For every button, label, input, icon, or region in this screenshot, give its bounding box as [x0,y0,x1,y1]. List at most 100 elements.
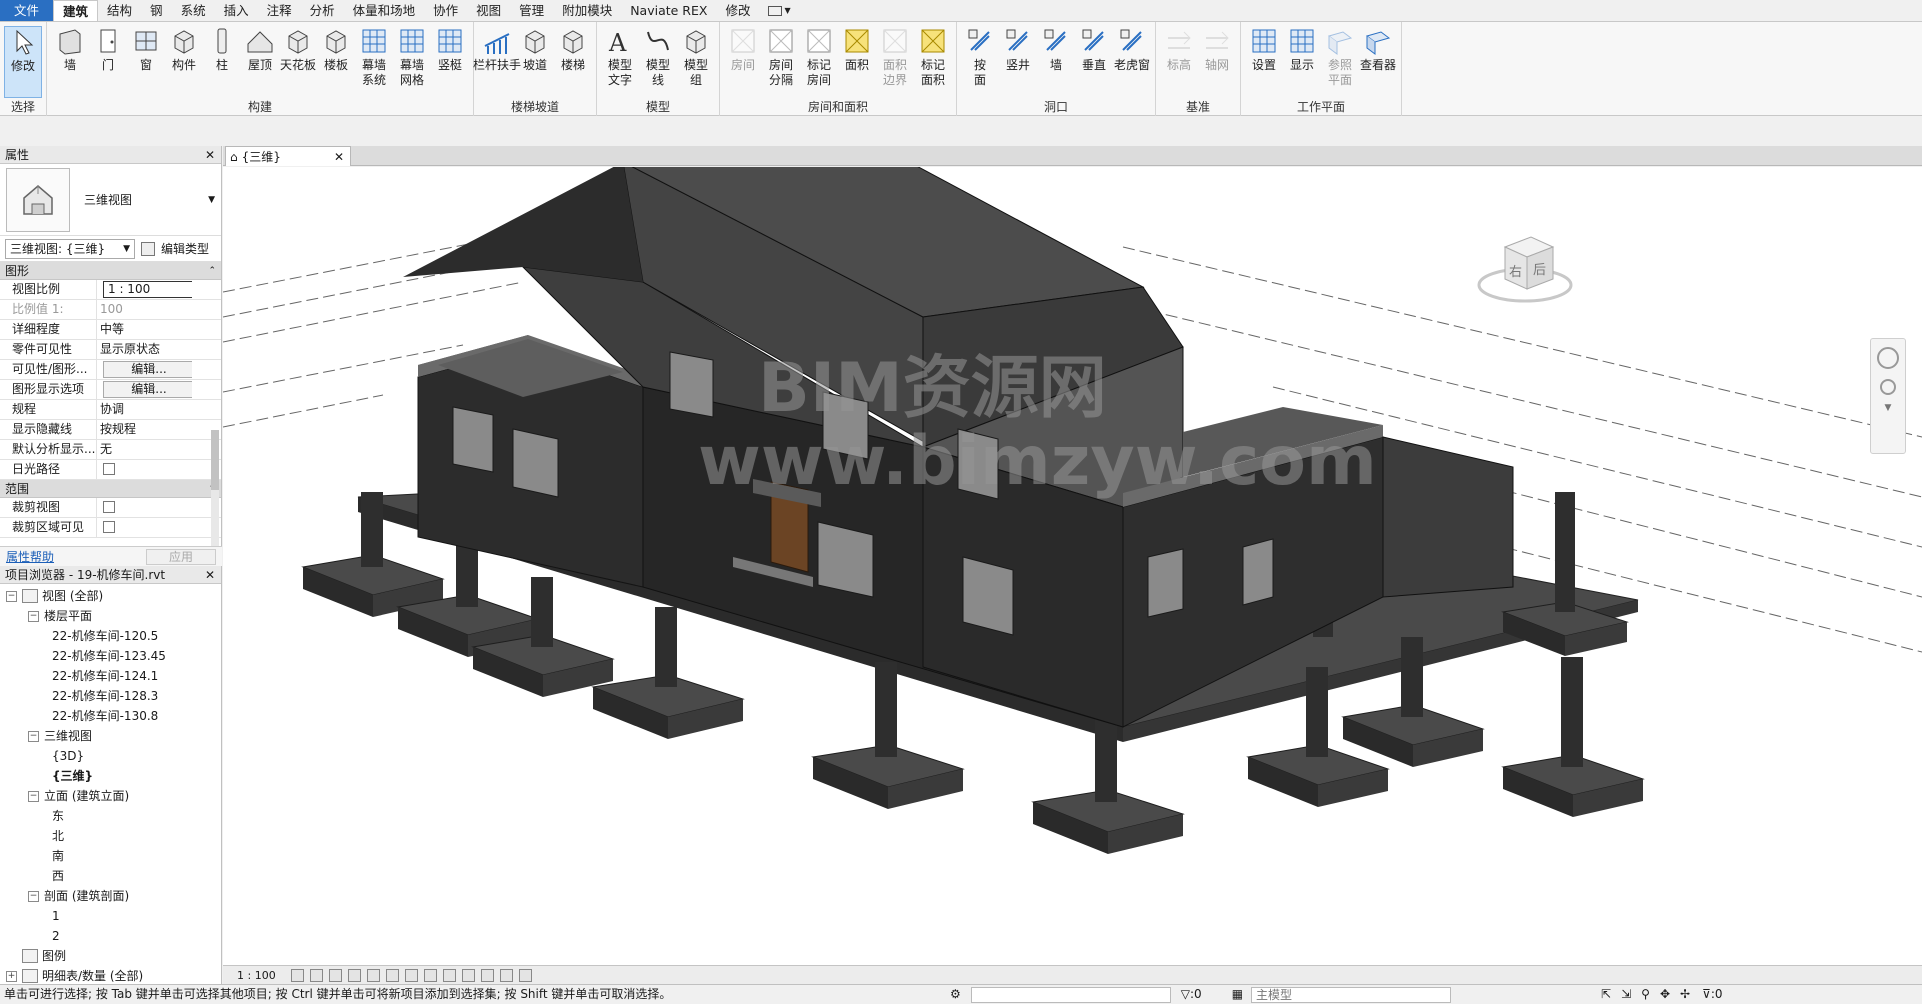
ribbon-tab-10[interactable]: 视图 [467,0,510,21]
property-value-cell[interactable]: 显示原状态 [97,340,192,359]
ribbon-tab-2[interactable]: 结构 [98,0,141,21]
reveal-hidden-icon[interactable] [462,968,475,982]
browser-item[interactable]: + 明细表/数量 (全部) [0,966,221,984]
collapse-icon[interactable]: − [28,610,39,622]
detail-level-icon[interactable] [291,968,304,982]
close-icon[interactable]: ✕ [205,566,215,583]
property-checkbox[interactable] [103,501,115,513]
worksets-icon[interactable]: ⚙ [950,985,961,1004]
ribbon-tab-3[interactable]: 钢 [141,0,172,21]
steeringwheel-icon[interactable] [1877,347,1899,369]
worksharing-icon[interactable] [481,968,494,982]
chevron-down-icon[interactable]: ▼ [1871,403,1905,413]
property-value-cell[interactable]: 中等 [97,320,192,339]
ribbon-tab-8[interactable]: 体量和场地 [344,0,425,21]
quick-access-toggle[interactable]: ▼ [759,0,799,21]
ribbon-tab-13[interactable]: Naviate REX [621,0,716,21]
edit-button[interactable]: 编辑... [103,381,192,398]
3d-viewport[interactable]: BIM资源网 www.bimzyw.com 右 后 [223,167,1922,965]
drag-elements-icon[interactable]: ✢ [1680,985,1690,1004]
temp-hide-icon[interactable] [443,968,456,982]
browser-item[interactable]: 22-机修车间-128.3 [0,686,221,706]
browser-item[interactable]: 22-机修车间-130.8 [0,706,221,726]
browser-item[interactable]: 2 [0,926,221,946]
zoom-icon[interactable] [1880,379,1896,395]
view-tab-3d[interactable]: ⌂ {三维} ✕ [225,146,351,166]
browser-item[interactable]: 22-机修车间-120.5 [0,626,221,646]
ribbon-tab-0[interactable]: 文件 [0,0,54,21]
select-by-face-icon[interactable]: ✥ [1660,985,1670,1004]
filter-icon[interactable]: ▽ [1181,985,1190,1004]
workset-select[interactable] [970,986,1171,1003]
browser-item[interactable]: − 视图 (全部) [0,586,221,606]
ribbon-tab-4[interactable]: 系统 [172,0,215,21]
browser-item[interactable]: 北 [0,826,221,846]
browser-item[interactable]: 东 [0,806,221,826]
property-value-cell[interactable]: 协调 [97,400,192,419]
filter-icon[interactable]: ⊽ [1702,985,1711,1004]
apply-button[interactable]: 应用 [146,548,216,565]
select-links-icon[interactable]: ⇱ [1601,985,1611,1004]
viewcube-face-right[interactable]: 右 [1509,261,1522,280]
viewcube-face-back[interactable]: 后 [1533,259,1546,278]
browser-item[interactable]: 西 [0,866,221,886]
browser-item[interactable]: 图例 [0,946,221,966]
ribbon-tab-7[interactable]: 分析 [301,0,344,21]
design-option-select[interactable]: 主模型 [1251,986,1452,1003]
property-value-cell[interactable] [97,518,192,537]
lock-view-icon[interactable] [424,968,437,982]
instance-filter-select[interactable]: 三维视图: {三维} ▼ [5,238,135,259]
ribbon-tab-14[interactable]: 修改 [716,0,759,21]
edit-type-icon[interactable] [141,241,155,256]
browser-item[interactable]: 22-机修车间-124.1 [0,666,221,686]
property-value-cell[interactable]: 编辑... [97,360,192,379]
crop-view-icon[interactable] [386,968,399,982]
collapse-icon[interactable]: − [28,730,39,742]
show-crop-icon[interactable] [405,968,418,982]
type-selector[interactable]: 三维视图 ▼ [0,164,221,236]
browser-item[interactable]: 1 [0,906,221,926]
property-group-header[interactable]: 范围⌃ [0,480,221,498]
ribbon-button-select-0[interactable]: 修改 [4,26,42,98]
browser-item[interactable]: − 楼层平面 [0,606,221,626]
sun-path-icon[interactable] [329,968,342,982]
analytical-model-icon[interactable] [500,968,513,982]
ribbon-tab-5[interactable]: 插入 [215,0,258,21]
collapse-icon[interactable]: − [28,890,39,902]
shadows-icon[interactable] [348,968,361,982]
property-checkbox[interactable] [103,521,115,533]
visual-style-icon[interactable] [310,968,323,982]
browser-item[interactable]: {三维} [0,766,221,786]
ribbon-tab-1[interactable]: 建筑 [53,0,99,21]
browser-item[interactable]: − 立面 (建筑立面) [0,786,221,806]
edit-type-button[interactable]: 编辑类型 [161,240,209,257]
browser-item[interactable]: − 三维视图 [0,726,221,746]
property-value-cell[interactable]: 无 [97,440,192,459]
browser-item[interactable]: − 剖面 (建筑剖面) [0,886,221,906]
view-scale-input[interactable]: 1 : 100 [103,281,192,298]
expand-icon[interactable]: + [6,970,17,982]
collapse-icon[interactable]: − [6,590,17,602]
property-checkbox[interactable] [103,463,115,475]
highlight-icon[interactable] [519,968,532,982]
view-scale[interactable]: 1 : 100 [237,969,285,982]
ribbon-tab-12[interactable]: 附加模块 [553,0,621,21]
render-icon[interactable] [367,968,380,982]
chevron-down-icon[interactable]: ▼ [208,195,215,205]
edit-button[interactable]: 编辑... [103,361,192,378]
browser-item[interactable]: 22-机修车间-123.45 [0,646,221,666]
ribbon-tab-9[interactable]: 协作 [424,0,467,21]
collapse-icon[interactable]: ⌃ [208,262,216,279]
browser-item[interactable]: 南 [0,846,221,866]
property-value-cell[interactable]: 100 [97,300,192,319]
design-options-icon[interactable]: ▦ [1232,985,1243,1004]
close-icon[interactable]: ✕ [334,150,344,164]
collapse-icon[interactable]: − [28,790,39,802]
browser-item[interactable]: {3D} [0,746,221,766]
navigation-bar[interactable]: ▼ [1870,338,1906,454]
property-value-cell[interactable] [97,498,192,517]
property-value-cell[interactable]: 1 : 100 [97,280,192,299]
properties-help-link[interactable]: 属性帮助 [6,548,54,565]
property-value-cell[interactable]: 编辑... [97,380,192,399]
close-icon[interactable]: ✕ [205,146,215,163]
